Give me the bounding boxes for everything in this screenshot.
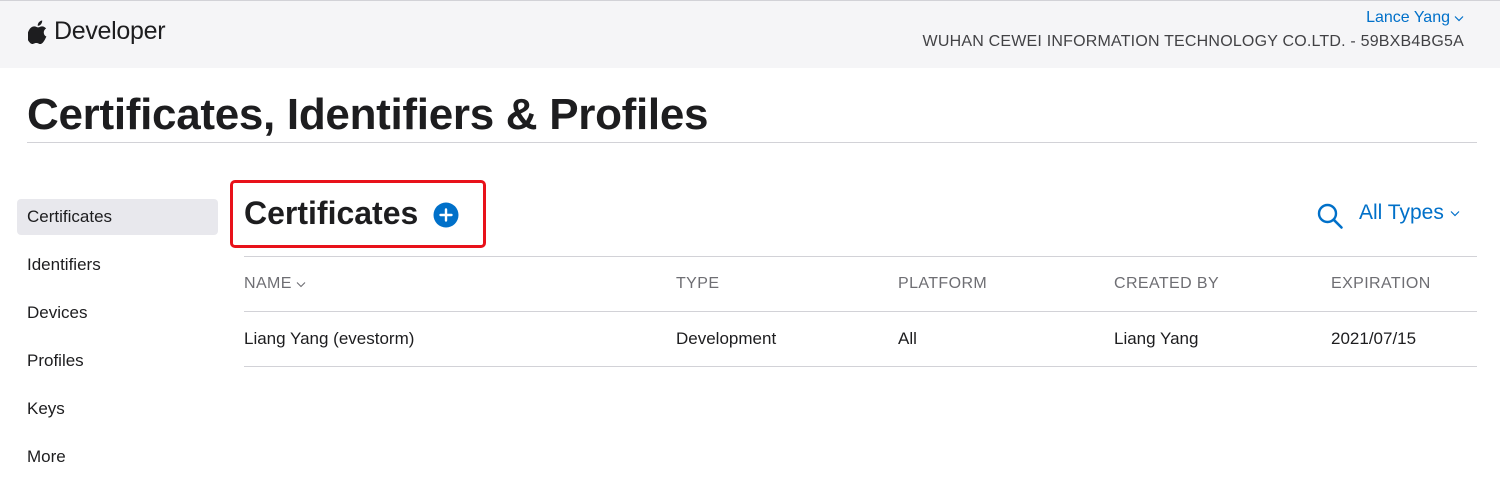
column-header-type: TYPE <box>676 275 720 292</box>
column-header-name[interactable]: NAME <box>244 257 306 311</box>
sidebar-item-devices[interactable]: Devices <box>17 295 218 331</box>
table-row[interactable]: Liang Yang (evestorm) Development All Li… <box>244 312 1477 366</box>
apple-logo-icon <box>28 20 47 44</box>
user-name: Lance Yang <box>1366 9 1450 26</box>
plus-circle-icon[interactable] <box>433 202 459 228</box>
sidebar-nav: Certificates Identifiers Devices Profile… <box>17 199 218 487</box>
user-menu-toggle[interactable]: Lance Yang <box>923 9 1464 27</box>
page-title: Certificates, Identifiers & Profiles <box>27 90 709 139</box>
search-icon[interactable] <box>1316 202 1344 230</box>
chevron-down-icon <box>296 281 306 287</box>
column-header-created-by: CREATED BY <box>1114 275 1220 292</box>
sidebar-item-profiles[interactable]: Profiles <box>17 343 218 379</box>
cell-name: Liang Yang (evestorm) <box>244 329 415 348</box>
cell-platform: All <box>898 329 917 348</box>
column-header-expiration: EXPIRATION <box>1331 275 1431 292</box>
certificates-table: NAME TYPE PLATFORM CREATED BY EXPIRATION… <box>244 256 1477 367</box>
type-filter-label: All Types <box>1359 201 1444 224</box>
account-menu: Lance Yang WUHAN CEWEI INFORMATION TECHN… <box>923 9 1464 51</box>
chevron-down-icon <box>1454 15 1464 21</box>
sidebar-item-keys[interactable]: Keys <box>17 391 218 427</box>
column-header-name-label: NAME <box>244 275 292 292</box>
sidebar-item-identifiers[interactable]: Identifiers <box>17 247 218 283</box>
type-filter-dropdown[interactable]: All Types <box>1359 201 1460 225</box>
developer-home-link[interactable]: Developer <box>28 17 166 46</box>
cell-created-by: Liang Yang <box>1114 329 1199 348</box>
title-divider <box>27 142 1477 143</box>
sidebar-item-certificates[interactable]: Certificates <box>17 199 218 235</box>
cell-type: Development <box>676 329 777 348</box>
cell-expiration: 2021/07/15 <box>1331 329 1417 348</box>
table-header-row: NAME TYPE PLATFORM CREATED BY EXPIRATION <box>244 257 1477 311</box>
team-name: WUHAN CEWEI INFORMATION TECHNOLOGY CO.LT… <box>922 33 1464 50</box>
chevron-down-icon <box>1450 210 1460 216</box>
global-header: Developer Lance Yang WUHAN CEWEI INFORMA… <box>0 0 1500 68</box>
column-header-platform: PLATFORM <box>898 275 988 292</box>
sidebar-item-more[interactable]: More <box>17 439 218 475</box>
brand-name: Developer <box>54 17 166 45</box>
table-bottom-rule <box>244 366 1477 367</box>
section-title: Certificates <box>244 195 419 231</box>
